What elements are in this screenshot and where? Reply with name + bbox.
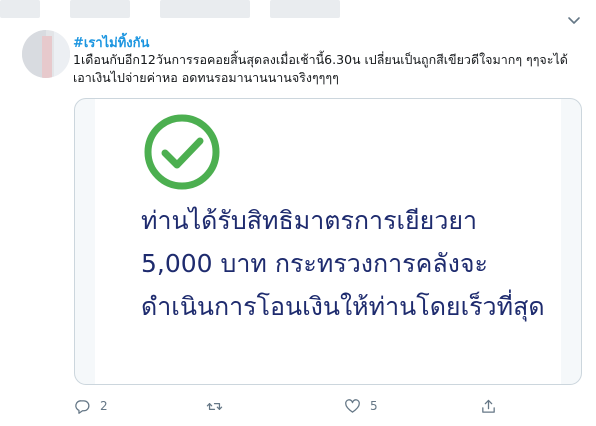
reply-icon — [75, 399, 90, 414]
like-count: 5 — [370, 399, 378, 413]
reply-count: 2 — [100, 399, 108, 413]
image-message: ท่านได้รับสิทธิมาตรการเยียวยา 5,000 บาท … — [141, 206, 545, 321]
tweet-text: 1เดือนกับอีก12วันการรอคอยสิ้นสุดลงเมื่อเ… — [73, 52, 568, 85]
avatar[interactable] — [22, 30, 70, 78]
heart-icon — [345, 398, 360, 413]
retweet-icon — [206, 402, 223, 410]
retweet-button[interactable] — [206, 396, 223, 416]
notification-image: ท่านได้รับสิทธิมาตรการเยียวยา 5,000 บาท … — [95, 99, 561, 384]
chevron-down-icon[interactable] — [566, 12, 582, 28]
tweet-actions: 2 5 — [74, 396, 580, 416]
tweet-image-card[interactable]: ท่านได้รับสิทธิมาตรการเยียวยา 5,000 บาท … — [74, 98, 582, 385]
share-button[interactable] — [480, 396, 497, 416]
reply-button[interactable]: 2 — [74, 396, 108, 416]
blurred-previous-content — [0, 0, 360, 22]
like-button[interactable]: 5 — [344, 396, 378, 416]
green-check-circle-icon — [143, 113, 221, 191]
share-icon — [482, 399, 495, 413]
hashtag-link[interactable]: #เราไม่ทิ้งกัน — [73, 32, 149, 53]
